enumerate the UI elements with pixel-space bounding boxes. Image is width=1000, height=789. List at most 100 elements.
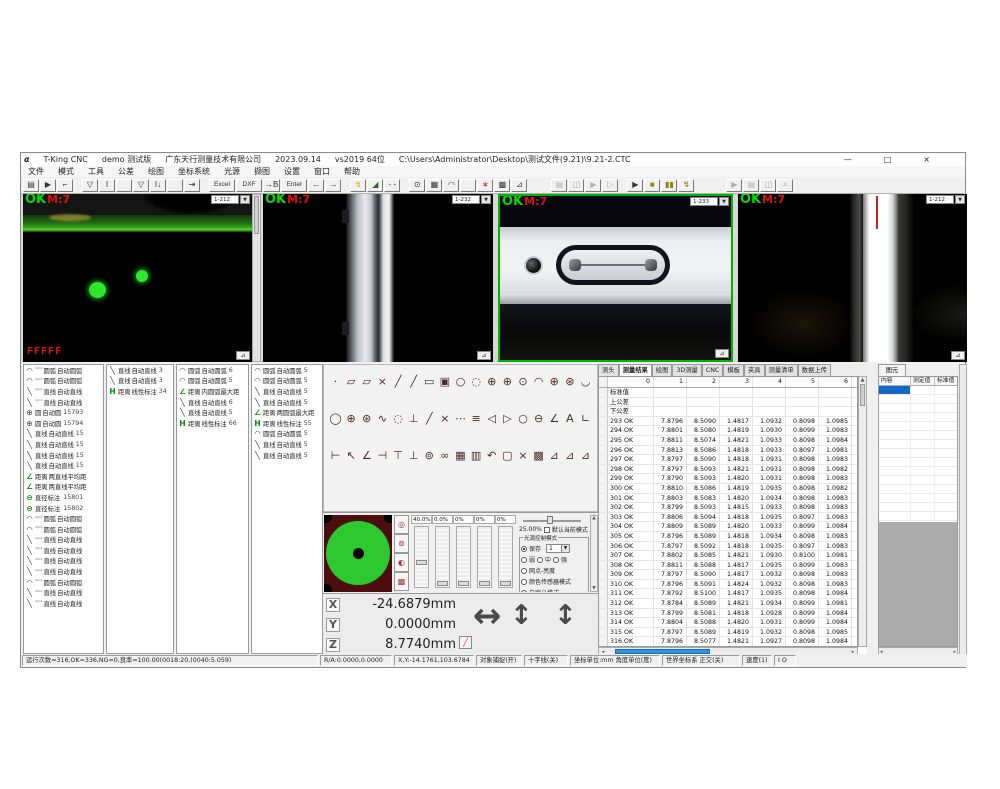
save-button[interactable]: ▤ bbox=[23, 179, 39, 192]
camera1-resize-grip[interactable]: ⊿ bbox=[236, 351, 250, 360]
probe-button[interactable]: ▽ bbox=[82, 179, 98, 192]
measure-list-item[interactable]: ╲直线自动直线15 bbox=[24, 439, 103, 450]
blank3-button[interactable] bbox=[460, 179, 476, 192]
camera1-mode-combo[interactable]: 1-212 bbox=[211, 195, 239, 204]
measure-tool-icon[interactable]: ↶ bbox=[485, 449, 498, 462]
close-button[interactable]: × bbox=[923, 155, 930, 164]
measure-list-item[interactable]: ╲直线自动直线3 bbox=[107, 376, 173, 387]
chart-button[interactable]: ⊿ bbox=[511, 179, 527, 192]
table-row[interactable]: 295 OK7.88118.50741.48211.09330.80981.09… bbox=[599, 436, 857, 446]
table-row[interactable]: 307 OK7.88028.50851.48211.09300.81001.09… bbox=[599, 551, 857, 561]
measure-list-item[interactable]: ╲***直线自动直线 bbox=[24, 545, 103, 556]
enter-button[interactable]: Enter bbox=[281, 179, 307, 192]
light-bulb-button[interactable]: ↯ bbox=[350, 179, 366, 192]
level-radio-1[interactable] bbox=[537, 557, 543, 563]
menu-item-5[interactable]: 坐标系统 bbox=[171, 166, 217, 177]
menu-item-0[interactable]: 文件 bbox=[21, 166, 51, 177]
element-row[interactable] bbox=[879, 422, 957, 431]
camera2-resize-grip[interactable]: ⊿ bbox=[477, 351, 491, 360]
measure-tool-icon[interactable]: ▭ bbox=[423, 375, 436, 388]
copy2-button[interactable]: ◫ bbox=[760, 179, 776, 192]
element-row[interactable] bbox=[879, 503, 957, 512]
light-panel-scrollbar[interactable]: ▲▼ bbox=[590, 515, 598, 592]
measure-list-item[interactable]: ╲***直线自动直线 bbox=[24, 397, 103, 408]
measure-tool-icon[interactable]: ⊣ bbox=[376, 449, 389, 462]
measure-tool-icon[interactable]: ⊢ bbox=[329, 449, 342, 462]
default-mode-checkbox[interactable] bbox=[544, 527, 550, 533]
table-row[interactable]: 310 OK7.87968.50911.48241.09320.80981.09… bbox=[599, 580, 857, 590]
slider-track[interactable] bbox=[477, 526, 492, 588]
measure-tool-icon[interactable]: ╱ bbox=[407, 375, 420, 388]
minus-minus-button[interactable]: - - bbox=[384, 179, 400, 192]
run-tool-button[interactable]: ↯ bbox=[678, 179, 694, 192]
element-row[interactable] bbox=[879, 476, 957, 485]
stop-button[interactable]: ■ bbox=[644, 179, 660, 192]
blank2-button[interactable] bbox=[167, 179, 183, 192]
menu-item-6[interactable]: 光源 bbox=[217, 166, 247, 177]
jog-xy-horizontal-icon[interactable]: ↔ bbox=[473, 596, 502, 636]
star-button[interactable]: ∗ bbox=[477, 179, 493, 192]
results-tab-1[interactable]: 测量结果 bbox=[619, 364, 652, 376]
slider-track[interactable] bbox=[414, 526, 429, 588]
table-row[interactable]: 311 OK7.87928.51001.48171.09350.80981.09… bbox=[599, 589, 857, 599]
light-channel-slider-1[interactable]: 0.0% bbox=[432, 515, 453, 588]
measure-list-item[interactable]: ╲直线自动直线5 bbox=[252, 450, 322, 461]
dxf-button[interactable]: DXF bbox=[236, 179, 262, 192]
camera2-mode-combo[interactable]: 1-232 bbox=[452, 195, 480, 204]
table-row[interactable]: 305 OK7.87968.50891.48181.09340.80981.09… bbox=[599, 532, 857, 542]
measure-tool-icon[interactable]: ╱ bbox=[423, 412, 436, 425]
measure-list-item[interactable]: H距离线性标注34 bbox=[107, 386, 173, 397]
measure-list-item[interactable]: ⊖直径标注15801 bbox=[24, 492, 103, 503]
camera-separator-scrollbar[interactable] bbox=[252, 194, 261, 362]
measure-tool-icon[interactable]: ▩ bbox=[532, 449, 545, 462]
camera-view-1[interactable]: FFFFF OK M:7 1-212 ▼ ⊿ bbox=[23, 194, 252, 362]
results-tab-0[interactable]: 测头 bbox=[598, 364, 619, 376]
menu-item-3[interactable]: 公差 bbox=[111, 166, 141, 177]
measure-tool-icon[interactable]: ▷ bbox=[501, 412, 514, 425]
measure-list-item[interactable]: ∠距离两直线平均距 bbox=[24, 471, 103, 482]
menu-item-1[interactable]: 模式 bbox=[51, 166, 81, 177]
jog-z-icon[interactable]: ↕ bbox=[554, 600, 577, 631]
menu-item-2[interactable]: 工具 bbox=[81, 166, 111, 177]
measure-tool-icon[interactable]: ◁ bbox=[485, 412, 498, 425]
measure-list-item[interactable]: ◠圆弧自动圆弧5 bbox=[177, 376, 248, 387]
blank-button[interactable] bbox=[116, 179, 132, 192]
save-count-dropdown[interactable]: 1▼ bbox=[546, 544, 570, 553]
minimize-button[interactable]: — bbox=[844, 155, 852, 164]
save2-button[interactable]: ▤ bbox=[743, 179, 759, 192]
measure-tool-icon[interactable]: ∠ bbox=[360, 449, 373, 462]
measure-list-item[interactable]: ╲直线自动直线5 bbox=[252, 397, 322, 408]
results-tab-2[interactable]: 绘图 bbox=[652, 364, 673, 376]
slider-thumb[interactable] bbox=[479, 581, 490, 586]
slider-track[interactable] bbox=[498, 526, 513, 588]
slider-thumb[interactable] bbox=[437, 581, 448, 586]
edge-tool-button[interactable]: I bbox=[99, 179, 115, 192]
measure-list-item[interactable]: ╲***直线自动直线 bbox=[24, 598, 103, 609]
table-row[interactable]: 299 OK7.87908.50931.48201.09310.80981.09… bbox=[599, 474, 857, 484]
results-tab-7[interactable]: 测量清单 bbox=[765, 364, 798, 376]
open-button[interactable]: ▶ bbox=[40, 179, 56, 192]
element-row[interactable] bbox=[879, 440, 957, 449]
element-row[interactable] bbox=[879, 404, 957, 413]
measure-list-item[interactable]: ◠***圆弧自动圆弧 bbox=[24, 524, 103, 535]
measure-tool-icon[interactable]: ○ bbox=[454, 375, 467, 388]
arrow-left-button[interactable]: ← bbox=[308, 179, 324, 192]
table-row[interactable]: 312 OK7.87848.50891.48211.09340.80991.09… bbox=[599, 599, 857, 609]
element-tab[interactable]: 图元 bbox=[878, 364, 906, 376]
camera-view-4[interactable]: OK M:7 1-212 ▼ ⊿ bbox=[738, 194, 967, 362]
level-radio-2[interactable] bbox=[553, 557, 559, 563]
measure-list-item[interactable]: ∠距离内圆弧最大距 bbox=[177, 386, 248, 397]
copy-run-button[interactable]: ◫ bbox=[568, 179, 584, 192]
measure-tool-icon[interactable]: ◌ bbox=[470, 375, 483, 388]
measure-list-item[interactable]: ◠圆弧自动圆弧5 bbox=[252, 429, 322, 440]
measure-list-item[interactable]: ╲直线自动直线5 bbox=[252, 439, 322, 450]
light-channel-slider-0[interactable]: 40.0% bbox=[411, 515, 432, 588]
table-row[interactable]: 314 OK7.88048.50881.48201.09310.80991.09… bbox=[599, 618, 857, 628]
mode-radio-1[interactable] bbox=[521, 579, 527, 585]
results-tab-6[interactable]: 夹具 bbox=[744, 364, 765, 376]
measure-tool-icon[interactable]: ▱ bbox=[360, 375, 373, 388]
focus-button[interactable]: ▽ bbox=[133, 179, 149, 192]
measure-tool-icon[interactable]: ▣ bbox=[438, 375, 451, 388]
measure-list-item[interactable]: ╲直线自动直线15 bbox=[24, 429, 103, 440]
open-run-button[interactable]: ▶ bbox=[585, 179, 601, 192]
